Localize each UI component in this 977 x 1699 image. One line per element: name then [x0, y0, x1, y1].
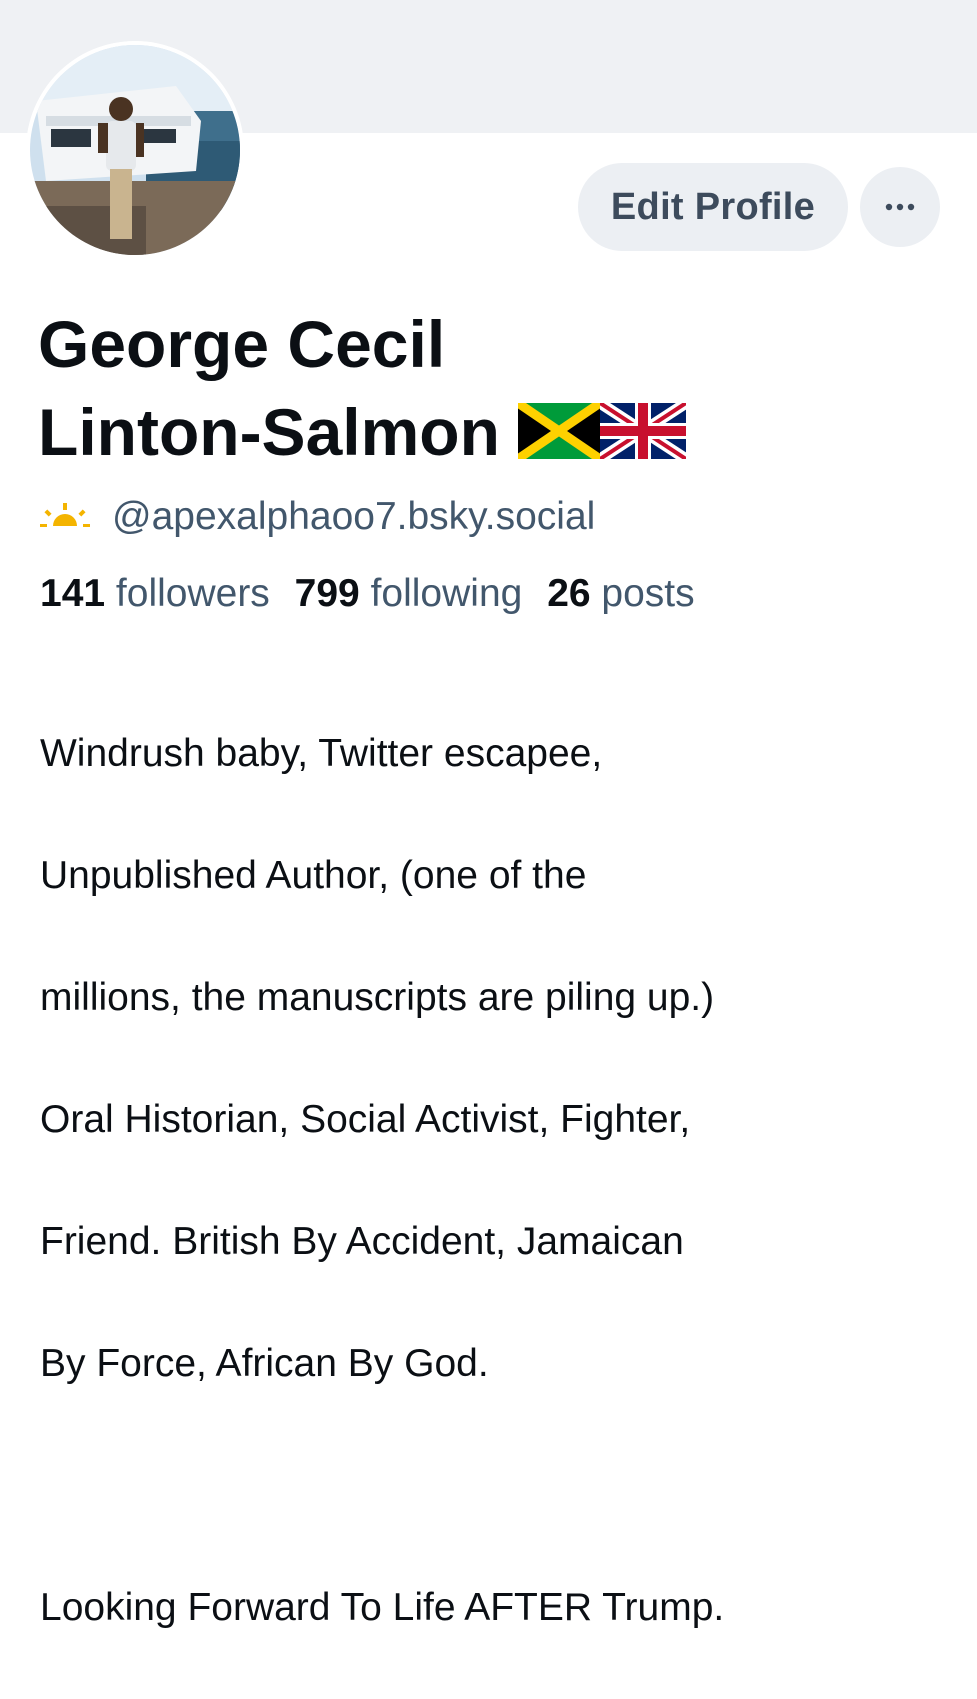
- profile-stats: 141 followers 799 following 26 posts: [40, 572, 695, 616]
- handle-row: @apexalphaoo7.bsky.social: [40, 490, 595, 544]
- avatar[interactable]: [26, 41, 244, 259]
- following-label: following: [370, 572, 523, 615]
- posts-label: posts: [601, 572, 695, 615]
- display-name: George Cecil Linton-Salmon: [38, 300, 938, 476]
- followers-count: 141: [40, 572, 106, 615]
- posts-count: 26: [547, 572, 591, 615]
- followers-label: followers: [115, 572, 270, 615]
- handle-text[interactable]: @apexalphaoo7.bsky.social: [112, 495, 595, 539]
- jamaica-flag-icon: [518, 402, 601, 459]
- ellipsis-icon: [885, 203, 915, 211]
- following-count: 799: [294, 572, 360, 615]
- bio-line: By Force, African By God.: [40, 1342, 489, 1385]
- profile-bio: Windrush baby, Twitter escapee, Unpublis…: [40, 662, 960, 1699]
- avatar-photo: [26, 41, 244, 259]
- display-name-line2: Linton-Salmon: [38, 395, 500, 469]
- bio-line: Unpublished Author, (one of the: [40, 854, 587, 897]
- bio-line: millions, the manuscripts are piling up.…: [40, 976, 715, 1019]
- sun-icon: [40, 503, 90, 527]
- bio-line: Oral Historian, Social Activist, Fighter…: [40, 1098, 691, 1141]
- followers-link[interactable]: 141 followers: [40, 572, 270, 615]
- posts-stat: 26 posts: [547, 572, 694, 615]
- uk-flag-icon: [600, 402, 687, 459]
- more-options-button[interactable]: [860, 167, 940, 247]
- edit-profile-button[interactable]: Edit Profile: [578, 163, 848, 251]
- bio-line: Friend. British By Accident, Jamaican: [40, 1220, 684, 1263]
- bio-line: Windrush baby, Twitter escapee,: [40, 732, 603, 775]
- following-link[interactable]: 799 following: [295, 572, 523, 615]
- bio-closing-line: Looking Forward To Life AFTER Trump.: [40, 1586, 725, 1629]
- display-name-line1: George Cecil: [38, 307, 446, 381]
